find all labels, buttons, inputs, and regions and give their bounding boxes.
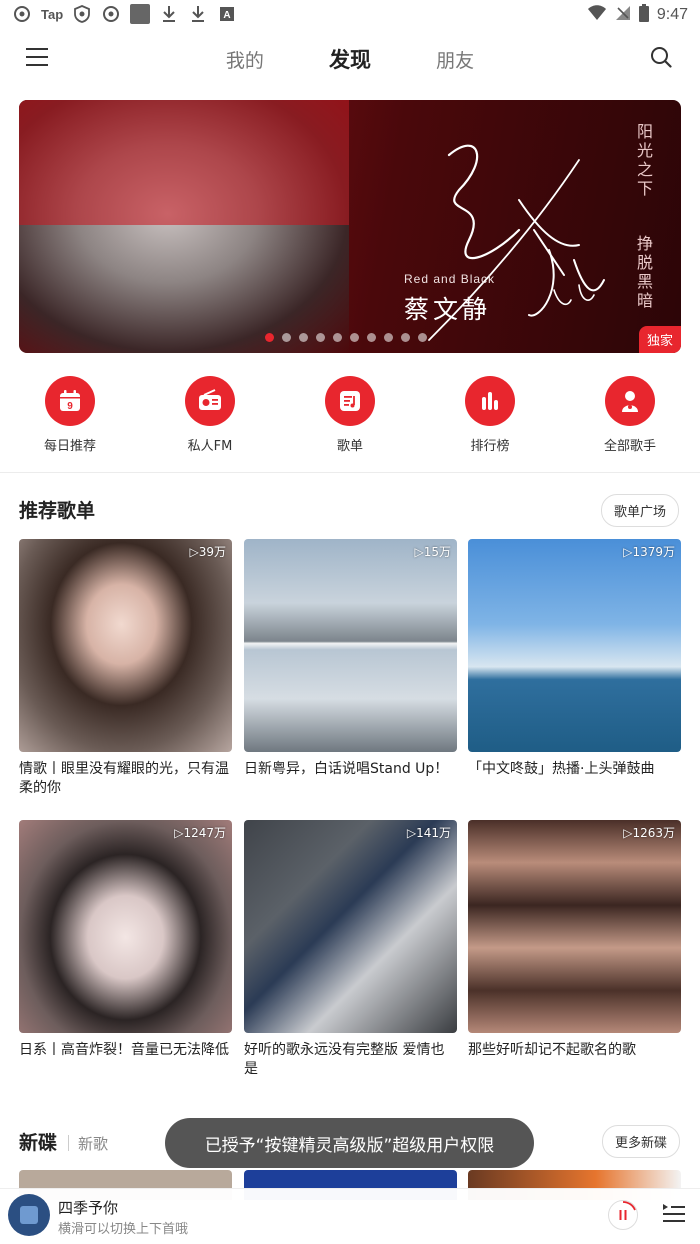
playlist-card[interactable]: ▷1247万 日系丨高音炸裂！音量已无法降低 <box>19 820 232 1060</box>
singer-icon <box>605 376 655 426</box>
banner-carousel[interactable]: Red and Black 蔡文静 阳光之下 挣脱黑暗 独家 <box>19 100 681 353</box>
banner-vertical-text: 挣脱黑暗 <box>637 234 654 310</box>
playlist-card[interactable]: ▷39万 情歌丨眼里没有耀眼的光，只有温柔的你 <box>19 539 232 798</box>
player-song-title: 四季予你 <box>58 1199 119 1217</box>
title-separator <box>68 1135 69 1151</box>
battery-icon <box>638 4 649 26</box>
quick-entries: 9 每日推荐 私人FM 歌单 排行榜 全部歌手 <box>0 376 700 458</box>
playlist-title: 日新粤异，白话说唱Stand Up！ <box>244 761 449 777</box>
play-count: ▷15万 <box>414 545 452 559</box>
shield-icon <box>72 4 92 24</box>
app-screen: Tap A 9:47 我的 发现 朋友 Red and Black 蔡文静 阳 … <box>0 0 700 1244</box>
calendar-day: 9 <box>67 401 73 412</box>
banner-dots <box>265 333 427 342</box>
top-nav: 我的 发现 朋友 <box>0 36 700 82</box>
playlist-icon <box>325 376 375 426</box>
banner-dot[interactable] <box>282 333 291 342</box>
player-hint: 横滑可以切换上下首哦 <box>58 1222 189 1237</box>
playlist-cover: ▷141万 <box>244 820 457 1033</box>
mini-player[interactable]: 四季予你 横滑可以切换上下首哦 <box>0 1188 700 1244</box>
playlist-card[interactable]: ▷15万 日新粤异，白话说唱Stand Up！ <box>244 539 457 779</box>
banner-vertical-text: 阳光之下 <box>637 122 654 198</box>
banner-dot[interactable] <box>401 333 410 342</box>
toast-message: 已授予“按键精灵高级版”超级用户权限 <box>165 1118 534 1168</box>
exclusive-badge: 独家 <box>638 326 681 353</box>
tab-discover[interactable]: 发现 <box>329 44 371 74</box>
quick-charts[interactable]: 排行榜 <box>430 376 550 454</box>
playlist-queue-icon[interactable] <box>662 1203 686 1225</box>
status-time: 9:47 <box>656 6 688 23</box>
player-album-art[interactable] <box>8 1194 50 1236</box>
banner-dot[interactable] <box>418 333 427 342</box>
play-count: ▷1263万 <box>623 826 675 840</box>
playlist-title: 「中文咚鼓」热播·上头弹鼓曲 <box>468 761 655 777</box>
playlist-cover: ▷1247万 <box>19 820 232 1033</box>
playlist-title: 日系丨高音炸裂！音量已无法降低 <box>19 1042 229 1058</box>
a-icon: A <box>217 4 237 24</box>
quick-daily-recommend[interactable]: 9 每日推荐 <box>10 376 130 454</box>
banner-calligraphy <box>428 144 605 341</box>
netease-music-icon <box>12 4 32 24</box>
quick-label: 每日推荐 <box>43 439 96 454</box>
banner-dot[interactable] <box>384 333 393 342</box>
download-icon <box>188 4 208 24</box>
quick-label: 私人FM <box>187 439 233 454</box>
wifi-icon <box>587 5 607 25</box>
playlist-title: 那些好听却记不起歌名的歌 <box>468 1042 636 1058</box>
playlist-card[interactable]: ▷141万 好听的歌永远没有完整版 爱情也是 <box>244 820 457 1079</box>
quick-playlist[interactable]: 歌单 <box>290 376 410 454</box>
banner-artist: 蔡文静 <box>404 295 492 324</box>
netease-music-icon <box>101 4 121 24</box>
playlist-title: 情歌丨眼里没有耀眼的光，只有温柔的你 <box>19 761 229 796</box>
square-icon <box>130 4 151 24</box>
banner-dot[interactable] <box>265 333 274 342</box>
banner-dot[interactable] <box>367 333 376 342</box>
svg-text:A: A <box>224 10 231 21</box>
playlist-card[interactable]: ▷1379万 「中文咚鼓」热播·上头弹鼓曲 <box>468 539 681 779</box>
playlist-cover: ▷39万 <box>19 539 232 752</box>
pause-icon <box>619 1200 636 1220</box>
quick-label: 排行榜 <box>470 439 510 454</box>
tab-friends[interactable]: 朋友 <box>436 46 474 73</box>
banner-dot[interactable] <box>316 333 325 342</box>
banner-dot[interactable] <box>350 333 359 342</box>
more-albums-button[interactable]: 更多新碟 <box>602 1125 681 1158</box>
playlist-card[interactable]: ▷1263万 那些好听却记不起歌名的歌 <box>468 820 681 1060</box>
recommended-title: 推荐歌单 <box>19 500 96 522</box>
playlist-cover: ▷1379万 <box>468 539 681 752</box>
play-count: ▷39万 <box>189 545 227 559</box>
status-bar: Tap A 9:47 <box>0 0 700 30</box>
new-songs-tab[interactable]: 新歌 <box>78 1133 108 1154</box>
playlist-cover: ▷1263万 <box>468 820 681 1033</box>
quick-all-singers[interactable]: 全部歌手 <box>570 376 690 454</box>
new-albums-title[interactable]: 新碟 <box>19 1128 57 1155</box>
play-count: ▷141万 <box>406 826 451 840</box>
radio-icon <box>185 376 235 426</box>
tab-mine[interactable]: 我的 <box>226 46 264 73</box>
play-count: ▷1379万 <box>623 545 675 559</box>
banner-dot[interactable] <box>333 333 342 342</box>
quick-personal-fm[interactable]: 私人FM <box>150 376 270 454</box>
playlist-square-button[interactable]: 歌单广场 <box>601 494 680 527</box>
tap-label: Tap <box>41 6 64 22</box>
banner-subtitle: Red and Black <box>404 272 496 286</box>
chart-icon <box>465 376 515 426</box>
quick-label: 全部歌手 <box>603 439 656 454</box>
download-icon <box>159 4 179 24</box>
pause-button[interactable] <box>608 1200 638 1230</box>
section-divider <box>0 472 700 473</box>
quick-label: 歌单 <box>336 439 363 454</box>
search-icon[interactable] <box>650 46 672 68</box>
playlist-title: 好听的歌永远没有完整版 爱情也是 <box>244 1042 445 1077</box>
signal-icon <box>615 5 631 25</box>
top-tabs: 我的 发现 朋友 <box>0 44 700 74</box>
play-count: ▷1247万 <box>174 826 226 840</box>
playlist-cover: ▷15万 <box>244 539 457 752</box>
banner-dot[interactable] <box>299 333 308 342</box>
calendar-icon: 9 <box>45 376 95 426</box>
